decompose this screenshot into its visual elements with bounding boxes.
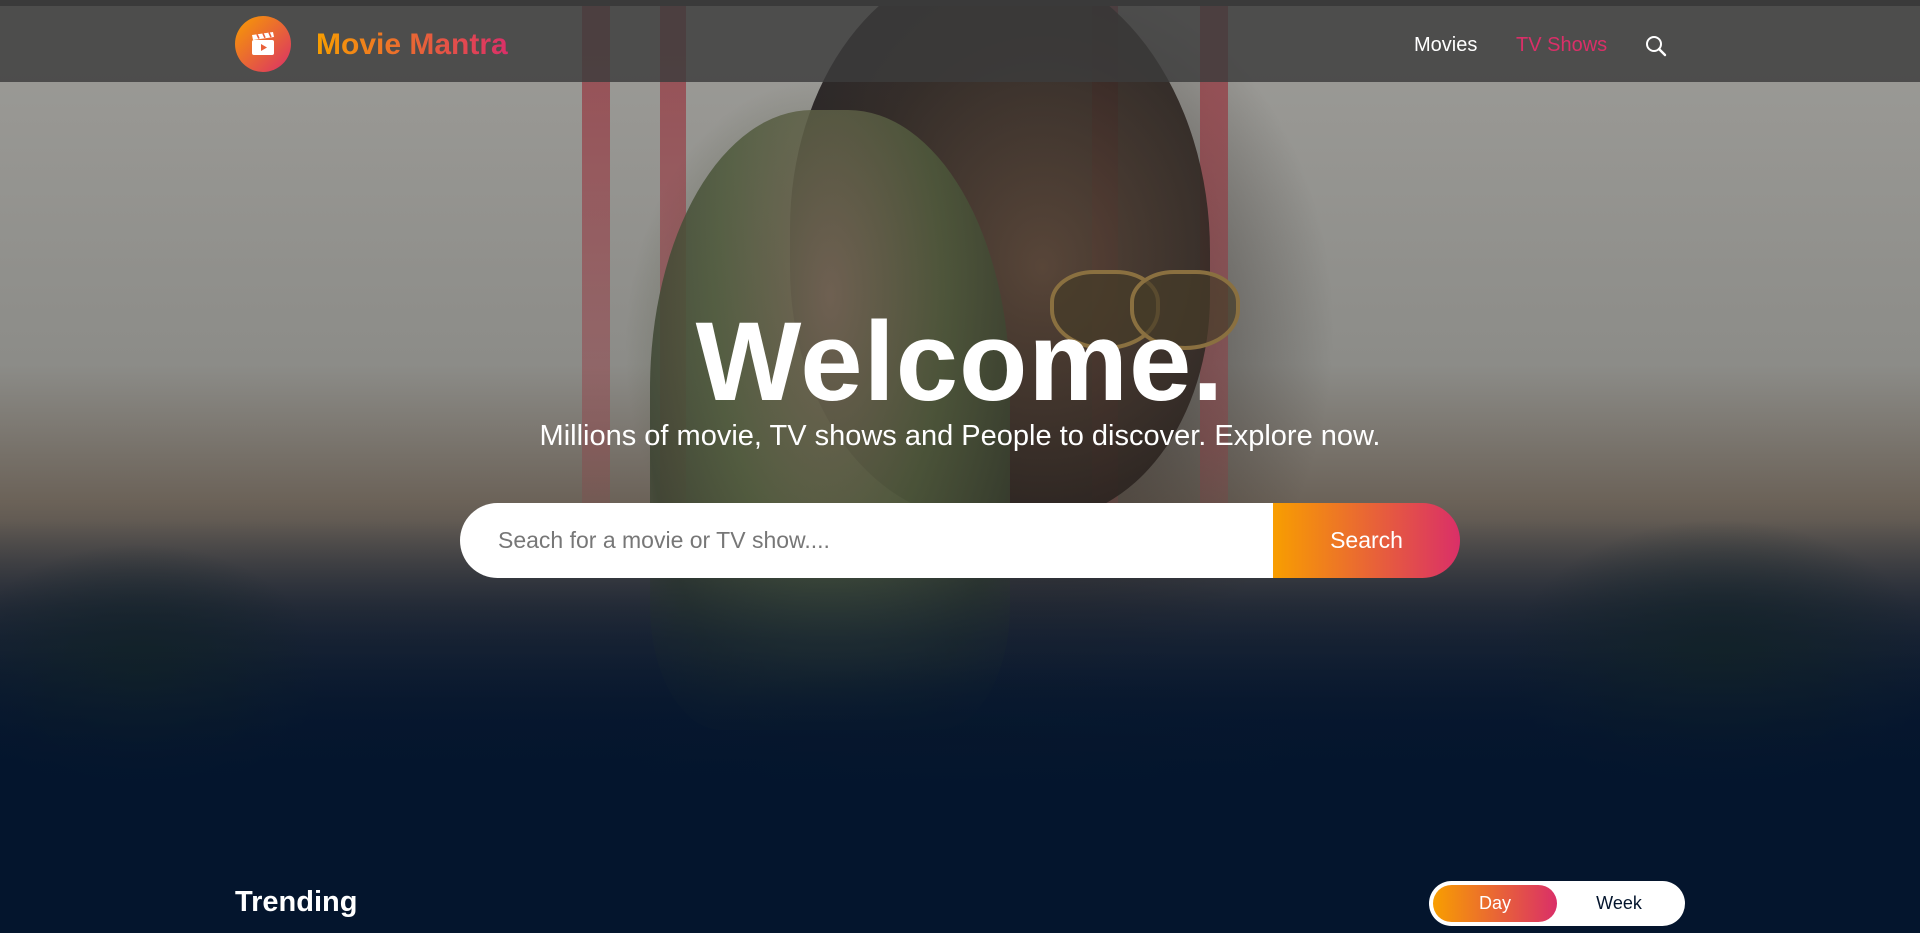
backdrop-stripe <box>582 0 610 560</box>
film-clapper-icon <box>252 32 274 55</box>
hero-search-bar: Search <box>460 503 1460 578</box>
site-header: Movie Mantra Movies TV Shows <box>0 6 1920 82</box>
welcome-title: Welcome. <box>695 299 1225 424</box>
logo-text[interactable]: Movie Mantra <box>316 28 508 62</box>
hero-fade <box>0 650 1920 810</box>
search-icon[interactable] <box>1644 34 1668 58</box>
search-input[interactable] <box>460 503 1273 578</box>
trending-period-switch: Day Week <box>1429 881 1685 926</box>
nav-tv-shows-link[interactable]: TV Shows <box>1516 34 1607 57</box>
nav-movies-link[interactable]: Movies <box>1414 34 1477 57</box>
tab-week[interactable]: Week <box>1557 885 1681 922</box>
tab-day[interactable]: Day <box>1433 885 1557 922</box>
trending-title: Trending <box>235 886 358 918</box>
logo[interactable] <box>235 16 291 72</box>
top-edge-bar <box>0 0 1920 6</box>
hero-subtitle: Millions of movie, TV shows and People t… <box>539 420 1381 452</box>
search-button[interactable]: Search <box>1273 503 1460 578</box>
hero-banner: Welcome. Millions of movie, TV shows and… <box>0 0 1920 810</box>
